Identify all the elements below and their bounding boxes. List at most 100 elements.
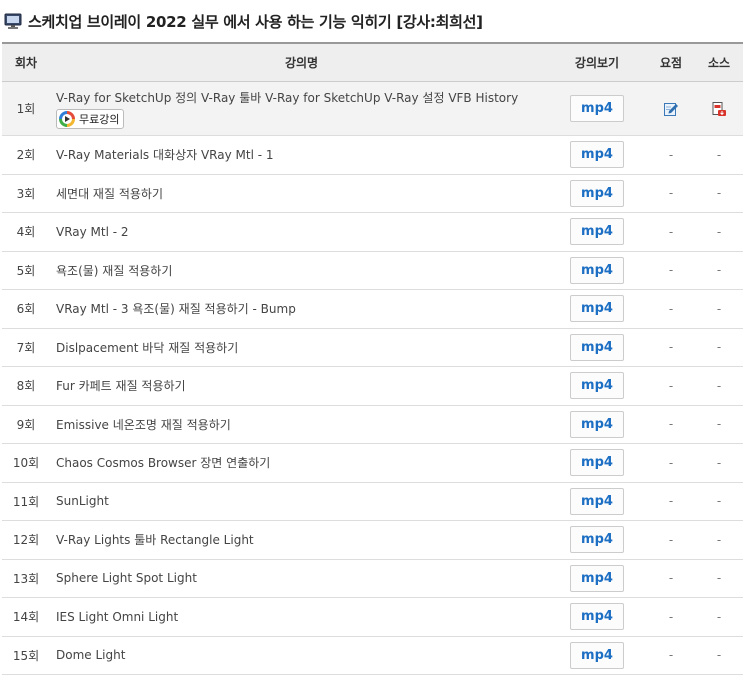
free-lecture-button[interactable]: 무료강의 [56, 108, 125, 129]
lecture-title-cell: VRay Mtl - 2 [50, 212, 547, 252]
table-row: 1회 V-Ray for SketchUp 정의 V-Ray 툴바 V-Ray f… [2, 81, 743, 136]
lecture-title-cell: VRay Mtl - 3 욕조(물) 재질 적용하기 - Bump [50, 289, 547, 329]
lecture-source-cell: - [695, 135, 743, 175]
lecture-summary-cell: - [647, 212, 695, 252]
free-lecture-label: 무료강의 [79, 112, 120, 126]
lecture-view-cell: mp4 [547, 405, 647, 444]
table-row: 12회 V-Ray Lights 툴바 Rectangle Light mp4 - - [2, 520, 743, 560]
source-empty: - [716, 147, 722, 162]
lecture-source-cell: - [695, 482, 743, 521]
lecture-title: V-Ray Lights 툴바 Rectangle Light [56, 533, 254, 548]
lecture-summary-cell: - [647, 405, 695, 444]
lecture-number: 15회 [2, 636, 50, 675]
column-header-source: 소스 [695, 44, 743, 82]
lecture-title: VRay Mtl - 2 [56, 224, 129, 239]
lecture-source-cell: - [695, 520, 743, 560]
mp4-button[interactable]: mp4 [570, 256, 624, 284]
mp4-button[interactable]: mp4 [570, 218, 624, 246]
source-empty: - [716, 494, 722, 509]
mp4-button[interactable]: mp4 [570, 95, 624, 122]
mp4-button[interactable]: mp4 [570, 179, 624, 207]
lecture-number: 9회 [2, 405, 50, 444]
lecture-number: 2회 [2, 135, 50, 175]
mp4-button[interactable]: mp4 [570, 372, 624, 400]
mp4-button[interactable]: mp4 [570, 449, 624, 477]
lecture-number: 4회 [2, 212, 50, 252]
lecture-summary-cell: - [647, 559, 695, 598]
lecture-title: Emissive 네온조명 재질 적용하기 [56, 417, 231, 432]
lecture-title-cell: V-Ray for SketchUp 정의 V-Ray 툴바 V-Ray for… [50, 81, 547, 136]
play-triangle-icon [62, 113, 72, 124]
lecture-source-cell: - [695, 366, 743, 406]
lecture-view-cell: mp4 [547, 81, 647, 136]
lecture-title: Sphere Light Spot Light [56, 571, 197, 586]
download-icon[interactable] [711, 101, 727, 117]
table-row: 2회 V-Ray Materials 대화상자 VRay Mtl - 1 mp4 - - [2, 135, 743, 175]
mp4-button[interactable]: mp4 [570, 487, 624, 515]
mp4-button[interactable]: mp4 [570, 141, 624, 169]
lecture-summary-cell: - [647, 366, 695, 406]
table-row: 8회 Fur 카페트 재질 적용하기 mp4 - - [2, 366, 743, 406]
lecture-summary-cell: - [647, 135, 695, 175]
table-header-row: 회차 강의명 강의보기 요점 소스 [2, 44, 743, 82]
monitor-icon [4, 13, 22, 29]
lecture-view-cell: mp4 [547, 251, 647, 290]
lecture-title: Chaos Cosmos Browser 장면 연출하기 [56, 456, 271, 471]
source-empty: - [716, 455, 722, 470]
mp4-button[interactable]: mp4 [570, 410, 624, 438]
lecture-title-cell: 욕조(물) 재질 적용하기 [50, 251, 547, 290]
lecture-number: 5회 [2, 251, 50, 290]
lecture-number: 13회 [2, 559, 50, 598]
table-row: 15회 Dome Light mp4 - - [2, 636, 743, 675]
lecture-source-cell: - [695, 328, 743, 367]
table-row: 10회 Chaos Cosmos Browser 장면 연출하기 mp4 - - [2, 443, 743, 483]
source-empty: - [716, 648, 722, 663]
lecture-summary-cell: - [647, 443, 695, 483]
lecture-view-cell: mp4 [547, 443, 647, 483]
lecture-number: 11회 [2, 482, 50, 521]
page-title: 스케치업 브이레이 2022 실무 에서 사용 하는 기능 익히기 [강사:최희… [28, 12, 483, 31]
lecture-summary-cell: - [647, 251, 695, 290]
lecture-source-cell: - [695, 212, 743, 252]
lecture-source-cell: - [695, 251, 743, 290]
lecture-title: 세면대 재질 적용하기 [56, 186, 163, 201]
mp4-button[interactable]: mp4 [570, 526, 624, 554]
lecture-table: 회차 강의명 강의보기 요점 소스 1회 V-Ray for SketchUp 정… [2, 42, 743, 675]
lecture-title: 욕조(물) 재질 적용하기 [56, 263, 173, 278]
lecture-number: 12회 [2, 520, 50, 560]
mp4-button[interactable]: mp4 [570, 333, 624, 361]
summary-empty: - [668, 147, 674, 162]
lecture-view-cell: mp4 [547, 366, 647, 406]
lecture-view-cell: mp4 [547, 289, 647, 329]
mp4-button[interactable]: mp4 [570, 295, 624, 323]
lecture-view-cell: mp4 [547, 520, 647, 560]
mp4-button[interactable]: mp4 [570, 603, 624, 631]
summary-empty: - [668, 532, 674, 547]
column-header-no: 회차 [2, 44, 50, 82]
lecture-view-cell: mp4 [547, 212, 647, 252]
lecture-summary-cell: - [647, 328, 695, 367]
mp4-button[interactable]: mp4 [570, 564, 624, 592]
lecture-summary-cell: - [647, 636, 695, 675]
lecture-title-cell: Emissive 네온조명 재질 적용하기 [50, 405, 547, 444]
edit-icon[interactable] [663, 101, 679, 117]
table-row: 9회 Emissive 네온조명 재질 적용하기 mp4 - - [2, 405, 743, 444]
lecture-title-cell: IES Light Omni Light [50, 597, 547, 637]
lecture-title-cell: Fur 카페트 재질 적용하기 [50, 366, 547, 406]
lecture-number: 6회 [2, 289, 50, 329]
source-empty: - [716, 609, 722, 624]
lecture-source-cell [695, 81, 743, 136]
mp4-button[interactable]: mp4 [570, 641, 624, 669]
summary-empty: - [668, 263, 674, 278]
lecture-title: Fur 카페트 재질 적용하기 [56, 379, 186, 394]
table-row: 3회 세면대 재질 적용하기 mp4 - - [2, 174, 743, 213]
lecture-view-cell: mp4 [547, 559, 647, 598]
lecture-number: 10회 [2, 443, 50, 483]
lecture-number: 3회 [2, 174, 50, 213]
lecture-title-cell: Dome Light [50, 636, 547, 675]
summary-empty: - [668, 301, 674, 316]
lecture-number: 7회 [2, 328, 50, 367]
lecture-summary-cell: - [647, 597, 695, 637]
source-empty: - [716, 378, 722, 393]
lecture-number: 14회 [2, 597, 50, 637]
